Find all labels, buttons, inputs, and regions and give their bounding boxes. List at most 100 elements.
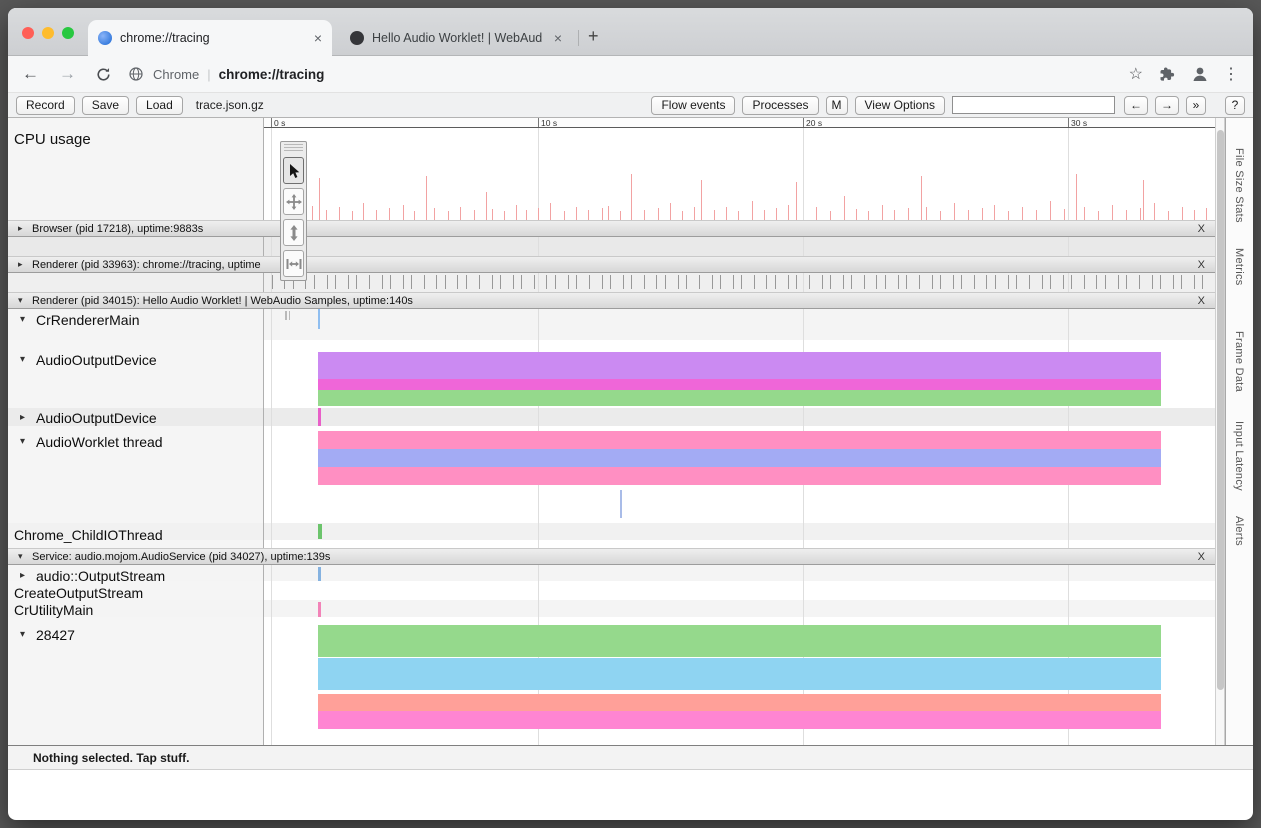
thread-label-outputstream[interactable]: ▸ audio::OutputStream [20, 567, 165, 584]
trace-event-tick [1181, 275, 1182, 289]
back-icon[interactable]: ← [22, 64, 39, 84]
find-previous-button[interactable]: ← [1124, 96, 1148, 115]
filter-input[interactable] [952, 96, 1115, 114]
new-tab-button[interactable]: + [588, 26, 599, 47]
sidebar-tab-input-latency[interactable]: Input Latency [1233, 421, 1245, 491]
close-track-button[interactable]: X [1198, 259, 1205, 271]
audio-output-device-2-mark[interactable] [318, 408, 321, 426]
cpu-usage-spike [1076, 174, 1077, 220]
expander-icon: ▸ [20, 570, 32, 581]
process-header-renderer-tracing[interactable]: ▸ Renderer (pid 33963): chrome://tracing… [8, 256, 1215, 273]
tab-divider [578, 30, 579, 46]
thread-label-crutilitymain[interactable]: CrUtilityMain [14, 601, 93, 618]
more-button[interactable]: » [1186, 96, 1206, 115]
audioworklet-bar[interactable] [318, 431, 1161, 449]
audio-output-device-bar[interactable] [318, 352, 1161, 379]
trace-event-tick [457, 275, 458, 289]
thread-label-audiooutputdevice-2[interactable]: ▸ AudioOutputDevice [20, 409, 157, 426]
crrenderermain-event-mark[interactable] [285, 311, 287, 320]
reload-icon[interactable] [96, 67, 111, 82]
cpu-usage-spike [670, 203, 671, 220]
expander-icon: ▾ [20, 354, 32, 365]
scrollbar-thumb[interactable] [1217, 130, 1224, 690]
close-track-button[interactable]: X [1198, 295, 1205, 307]
thread-label-childiothread[interactable]: Chrome_ChildIOThread [14, 526, 163, 543]
timing-select-icon [286, 258, 302, 270]
trace-event-tick [830, 275, 831, 289]
sidebar-tab-alerts[interactable]: Alerts [1233, 516, 1245, 546]
thread-label-28427[interactable]: ▾ 28427 [20, 626, 75, 643]
expander-icon: ▾ [18, 551, 27, 562]
load-button[interactable]: Load [136, 96, 183, 115]
metrics-button[interactable]: M [826, 96, 848, 115]
close-icon[interactable]: × [314, 31, 322, 45]
trace-event-tick [796, 275, 797, 289]
zoom-tool-button[interactable] [283, 219, 304, 246]
sidebar-tab-file-size-stats[interactable]: File Size Stats [1233, 148, 1245, 223]
extensions-icon[interactable] [1159, 66, 1175, 82]
vertical-scrollbar[interactable] [1215, 118, 1225, 745]
selection-tool-button[interactable] [283, 157, 304, 184]
sidebar-tab-metrics[interactable]: Metrics [1233, 248, 1245, 286]
globe-icon [129, 67, 143, 81]
tab-tracing[interactable]: chrome://tracing × [88, 20, 332, 56]
outputstream-event-mark[interactable] [318, 567, 321, 581]
p28427-bar[interactable] [318, 658, 1161, 690]
minimize-window-button[interactable] [42, 27, 54, 39]
record-button[interactable]: Record [16, 96, 75, 115]
audio-output-device-bar[interactable] [318, 379, 1161, 390]
crutilitymain-event-mark[interactable] [318, 602, 321, 617]
flow-events-button[interactable]: Flow events [651, 96, 735, 115]
sidebar-tab-frame-data[interactable]: Frame Data [1233, 331, 1245, 392]
flow-event-mark[interactable] [620, 490, 622, 518]
pan-tool-button[interactable] [283, 188, 304, 215]
timeline-area[interactable]: 0 s10 s20 s30 s [264, 118, 1215, 745]
p28427-bar[interactable] [318, 625, 1161, 657]
ruler-tick-label: 30 s [1071, 118, 1087, 128]
trace-event-tick [382, 275, 383, 289]
trace-event-tick [953, 275, 954, 289]
audioworklet-bar[interactable] [318, 467, 1161, 485]
menu-kebab-icon[interactable]: ⋮ [1223, 64, 1239, 84]
help-button[interactable]: ? [1225, 96, 1245, 115]
save-button[interactable]: Save [82, 96, 129, 115]
thread-label-crrenderermain[interactable]: ▾ CrRendererMain [20, 311, 139, 328]
close-track-button[interactable]: X [1198, 223, 1205, 235]
profile-avatar-icon[interactable] [1191, 65, 1209, 83]
find-next-button[interactable]: → [1155, 96, 1179, 115]
audioworklet-bar[interactable] [318, 449, 1161, 467]
tracing-toolbar: Record Save Load trace.json.gz Flow even… [8, 92, 1253, 118]
process-header-browser[interactable]: ▸ Browser (pid 17218), uptime:9883s X [8, 220, 1215, 237]
zoom-window-button[interactable] [62, 27, 74, 39]
crrenderermain-event-mark[interactable] [318, 309, 320, 329]
process-title: Browser (pid 17218), uptime:9883s [32, 223, 203, 235]
childio-event-mark[interactable] [318, 524, 322, 539]
p28427-bar[interactable] [318, 711, 1161, 729]
processes-button[interactable]: Processes [742, 96, 818, 115]
cpu-usage-spike [1008, 211, 1009, 220]
browser-window: chrome://tracing × Hello Audio Worklet! … [8, 8, 1253, 820]
close-icon[interactable]: × [554, 31, 562, 45]
p28427-bar[interactable] [318, 694, 1161, 711]
trace-event-tick [656, 275, 657, 289]
palette-drag-handle[interactable] [284, 144, 303, 153]
process-header-renderer-audio[interactable]: ▾ Renderer (pid 34015): Hello Audio Work… [8, 292, 1215, 309]
close-window-button[interactable] [22, 27, 34, 39]
process-header-audio-service[interactable]: ▾ Service: audio.mojom.AudioService (pid… [8, 548, 1215, 565]
timing-tool-button[interactable] [283, 250, 304, 277]
trace-event-tick [678, 275, 679, 289]
crrenderermain-event-mark[interactable] [289, 311, 290, 320]
thread-label-audioworklet[interactable]: ▾ AudioWorklet thread [20, 433, 163, 450]
view-options-button[interactable]: View Options [855, 96, 945, 115]
trace-event-tick [1063, 275, 1064, 289]
trace-event-tick [610, 275, 611, 289]
url-text[interactable]: chrome://tracing [219, 67, 325, 82]
thread-label-createoutputstream[interactable]: CreateOutputStream [14, 584, 143, 601]
forward-icon[interactable]: → [59, 64, 76, 84]
thread-label-audiooutputdevice-1[interactable]: ▾ AudioOutputDevice [20, 351, 157, 368]
bookmark-star-icon[interactable]: ☆ [1129, 64, 1143, 84]
tab-audio-worklet[interactable]: Hello Audio Worklet! | WebAud × [340, 20, 572, 56]
audio-output-device-bar[interactable] [318, 390, 1161, 406]
titlebar: chrome://tracing × Hello Audio Worklet! … [8, 8, 1253, 56]
close-track-button[interactable]: X [1198, 551, 1205, 563]
